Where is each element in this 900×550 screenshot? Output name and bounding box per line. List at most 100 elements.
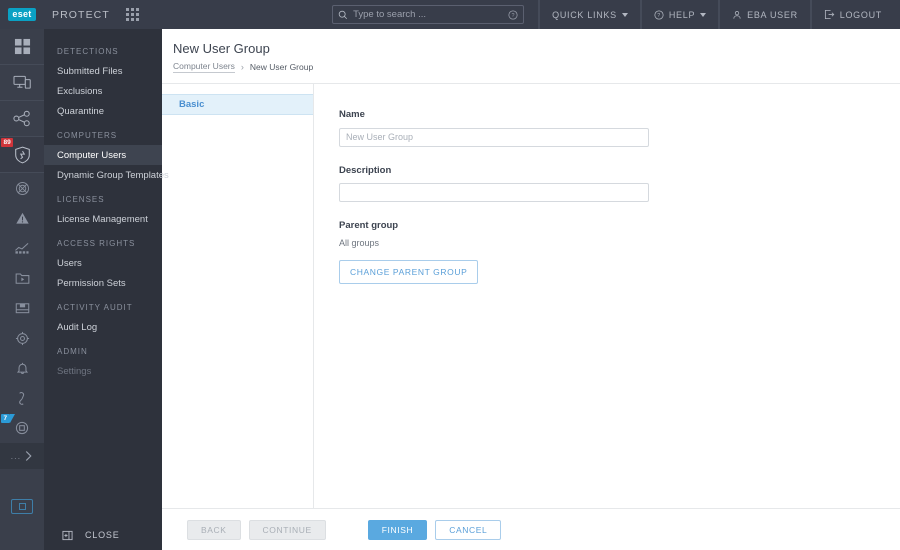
question-circle-icon: ? [654,9,664,20]
eset-protect-window: eset PROTECT ? QUICK LINKS [0,0,900,550]
reports-chart-icon [15,242,29,254]
nav-section-computers: COMPUTERS [57,131,118,140]
nav-item-quarantine[interactable]: Quarantine [44,101,162,121]
help-label: HELP [668,9,696,20]
incidents-icon [15,181,29,195]
page-title: New User Group [173,41,270,56]
user-icon [733,10,741,19]
help-menu[interactable]: ? HELP [640,0,718,29]
nav-item-audit-log[interactable]: Audit Log [44,317,162,337]
eset-logo-text: eset [8,8,36,21]
rail-item-reports[interactable] [0,233,44,263]
nav-section-admin: ADMIN [57,347,88,356]
search-box[interactable]: ? [332,5,525,24]
user-menu[interactable]: EBA USER [719,0,810,29]
back-button: BACK [187,519,241,540]
nav-close-label: CLOSE [85,530,120,540]
wizard-footer: BACK CONTINUE FINISH CANCEL [162,508,900,550]
rail-item-status-overview[interactable] [0,383,44,413]
computers-icon [12,75,31,89]
user-label: EBA USER [747,9,798,20]
question-circle-icon[interactable]: ? [508,9,518,20]
nav-item-license-management[interactable]: License Management [44,209,162,229]
notifications-bell-icon [16,362,28,374]
nav-item-dynamic-group-templates[interactable]: Dynamic Group Templates [44,165,169,185]
parent-group-label: Parent group [339,220,399,231]
chevron-down-icon [700,12,707,17]
breadcrumb-separator-icon: › [240,62,244,72]
finish-button[interactable]: FINISH [367,519,428,540]
brand-logo[interactable]: eset [0,0,44,29]
svg-text:?: ? [657,13,661,19]
icon-rail: 89 7 ... [0,29,44,550]
app-body: 89 7 ... DETECTIONS Submitted Files Excl… [0,29,900,550]
nav-menu: DETECTIONS Submitted Files Exclusions Qu… [44,29,169,550]
nav-item-computer-users[interactable]: Computer Users [44,145,162,165]
nav-close-button[interactable]: CLOSE [44,520,162,550]
nav-section-detections: DETECTIONS [57,47,119,56]
nav-section-activity-audit: ACTIVITY AUDIT [57,303,133,312]
product-name: PROTECT [52,8,110,21]
logout-button[interactable]: LOGOUT [810,0,894,29]
rail-item-alerts[interactable] [0,203,44,233]
rail-item-policies[interactable] [0,323,44,353]
collapse-panel-icon [62,530,73,540]
rail-item-detections[interactable]: 89 [0,137,44,173]
breadcrumb-parent[interactable]: Computer Users [173,61,235,73]
name-label: Name [339,109,365,120]
quick-links-menu[interactable]: QUICK LINKS [539,0,640,29]
detections-badge: 89 [1,138,14,147]
description-input[interactable] [339,183,649,202]
description-label: Description [339,164,392,176]
chevron-right-icon [26,451,32,461]
breadcrumb: Computer Users › New User Group [173,61,900,73]
nav-item-permission-sets[interactable]: Permission Sets [44,273,162,293]
alerts-warning-icon [15,212,29,224]
rail-item-network[interactable] [0,101,44,137]
change-parent-group-button[interactable]: CHANGE PARENT GROUP [339,260,479,284]
nav-item-exclusions[interactable]: Exclusions [44,81,162,101]
rail-item-installers[interactable] [0,293,44,323]
rail-spacer [0,469,44,487]
status-overview-icon [19,391,25,405]
search-input[interactable] [353,9,509,20]
top-bar: eset PROTECT ? QUICK LINKS [0,0,900,29]
rail-item-remote-console[interactable] [0,487,44,525]
installers-box-icon [15,303,29,314]
page-header: New User Group Computer Users › New User… [162,29,900,84]
rail-item-dashboard[interactable] [0,29,44,65]
nav-section-licenses: LICENSES [57,195,105,204]
cancel-button[interactable]: CANCEL [435,519,502,540]
name-input[interactable] [339,127,649,147]
breadcrumb-current: New User Group [249,62,314,72]
nav-section-access-rights: ACCESS RIGHTS [57,239,136,248]
description-field-group: Description [339,164,900,202]
nav-item-users[interactable]: Users [44,253,162,273]
name-field-group: Name [339,109,900,147]
rail-item-notifications[interactable] [0,353,44,383]
user-group-form: Name Description Parent group All groups… [314,84,900,508]
wizard-step-basic[interactable]: Basic [162,94,313,115]
rail-item-incidents[interactable] [0,173,44,203]
nav-item-submitted-files[interactable]: Submitted Files [44,61,162,81]
more-modules-badge: 7 [1,414,15,423]
quick-links-label: QUICK LINKS [552,9,617,20]
remote-console-icon [11,498,33,514]
tasks-play-icon [15,273,29,284]
chevron-down-icon [621,12,628,17]
continue-button: CONTINUE [248,519,326,540]
wizard-steps: Basic [162,84,314,508]
rail-expand-toggle[interactable]: ... [0,443,44,469]
nav-item-settings: Settings [57,365,92,377]
search-icon [338,10,348,19]
apps-grid-icon[interactable] [125,8,139,21]
more-dots-icon: ... [10,451,22,461]
rail-item-more-modules[interactable]: 7 [0,413,44,443]
detections-shield-icon [14,146,30,163]
main-content: New User Group Computer Users › New User… [162,29,900,550]
rail-item-tasks[interactable] [0,263,44,293]
logout-icon [824,9,835,20]
dashboard-icon [14,38,30,55]
rail-item-computers[interactable] [0,65,44,101]
